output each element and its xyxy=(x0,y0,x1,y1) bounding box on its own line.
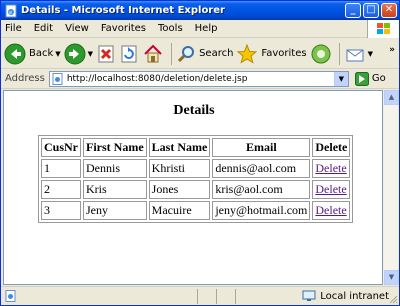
table-row: 2 Kris Jones kris@aol.com Delete xyxy=(41,180,351,199)
back-arrow-icon xyxy=(4,43,26,64)
standard-toolbar: Back ▼ ▼ Search Favorites ▼ xyxy=(1,39,399,69)
stop-icon xyxy=(98,45,114,62)
table-header-row: CusNr First Name Last Name Email Delete xyxy=(41,138,351,157)
back-dropdown-icon[interactable]: ▼ xyxy=(55,50,60,58)
vertical-scrollbar[interactable]: ▲ ▼ xyxy=(383,90,399,285)
menu-edit[interactable]: Edit xyxy=(34,23,53,34)
forward-button[interactable]: ▼ xyxy=(64,41,93,67)
address-input[interactable]: http://localhost:8080/deletion/delete.js… xyxy=(48,70,349,87)
status-divider xyxy=(216,288,217,304)
toolbar-chevron-icon[interactable]: » xyxy=(389,45,395,55)
windows-logo-icon xyxy=(367,20,399,38)
cell-last-name: Jones xyxy=(148,180,211,199)
cell-first-name: Jeny xyxy=(83,201,147,220)
home-button[interactable] xyxy=(142,41,164,67)
forward-arrow-icon xyxy=(64,43,86,64)
header-delete: Delete xyxy=(312,138,351,157)
page-icon xyxy=(52,72,63,85)
refresh-icon xyxy=(121,45,137,62)
toolbar-separator xyxy=(171,42,173,65)
cell-email: dennis@aol.com xyxy=(212,159,311,178)
media-button[interactable] xyxy=(310,41,332,67)
svg-text:e: e xyxy=(9,10,12,16)
cell-last-name: Khristi xyxy=(148,159,211,178)
back-label: Back xyxy=(29,48,54,59)
cell-cusnr: 3 xyxy=(41,201,82,220)
status-divider xyxy=(197,288,198,304)
header-cusnr: CusNr xyxy=(41,138,82,157)
maximize-button[interactable]: □ xyxy=(363,3,379,18)
back-button[interactable]: Back ▼ xyxy=(4,41,61,67)
zone-label: Local intranet xyxy=(320,290,389,302)
title-bar[interactable]: e Details - Microsoft Internet Explorer … xyxy=(1,1,399,20)
security-zone: Local intranet xyxy=(302,290,389,302)
delete-link[interactable]: Delete xyxy=(315,203,346,217)
cell-first-name: Kris xyxy=(83,180,147,199)
go-button[interactable]: Go xyxy=(354,71,386,86)
window-controls: _ □ ✕ xyxy=(345,3,397,18)
home-icon xyxy=(144,44,162,62)
table-row: 3 Jeny Macuire jeny@hotmail.com Delete xyxy=(41,201,351,220)
go-label: Go xyxy=(371,73,386,84)
menu-view[interactable]: View xyxy=(65,23,89,34)
header-first-name: First Name xyxy=(83,138,147,157)
menu-favorites[interactable]: Favorites xyxy=(101,23,146,34)
cell-delete: Delete xyxy=(312,201,351,220)
scroll-up-icon[interactable]: ▲ xyxy=(384,90,399,105)
go-arrow-icon xyxy=(354,71,369,86)
window-title: Details - Microsoft Internet Explorer xyxy=(21,5,225,16)
local-intranet-icon xyxy=(302,290,316,301)
scroll-down-icon[interactable]: ▼ xyxy=(384,270,399,285)
mail-icon xyxy=(346,49,364,61)
toolbar-separator xyxy=(338,42,340,65)
header-email: Email xyxy=(212,138,311,157)
details-table: CusNr First Name Last Name Email Delete … xyxy=(38,135,354,223)
close-button[interactable]: ✕ xyxy=(381,3,397,18)
cell-cusnr: 1 xyxy=(41,159,82,178)
menu-bar: File Edit View Favorites Tools Help xyxy=(1,20,399,38)
cell-cusnr: 2 xyxy=(41,180,82,199)
menu-file[interactable]: File xyxy=(5,23,22,34)
status-page-icon xyxy=(5,290,16,302)
search-icon xyxy=(178,45,195,62)
status-bar: Local intranet xyxy=(1,286,399,305)
address-bar: Address http://localhost:8080/deletion/d… xyxy=(1,69,399,89)
search-label: Search xyxy=(199,48,234,59)
media-icon xyxy=(311,44,331,63)
menu-help[interactable]: Help xyxy=(195,23,218,34)
mail-button[interactable]: ▼ xyxy=(344,41,373,67)
browser-window: e Details - Microsoft Internet Explorer … xyxy=(0,0,400,306)
page-title: Details xyxy=(173,103,215,118)
menu-tools[interactable]: Tools xyxy=(158,23,183,34)
address-label: Address xyxy=(5,73,45,84)
refresh-button[interactable] xyxy=(119,41,139,67)
delete-link[interactable]: Delete xyxy=(315,182,346,196)
cell-last-name: Macuire xyxy=(148,201,211,220)
mail-dropdown-icon[interactable]: ▼ xyxy=(368,50,373,58)
address-dropdown-icon[interactable]: ▼ xyxy=(333,71,348,86)
address-url: http://localhost:8080/deletion/delete.js… xyxy=(66,73,248,84)
cell-first-name: Dennis xyxy=(83,159,147,178)
resize-grip-icon[interactable] xyxy=(388,294,398,304)
favorites-button[interactable]: Favorites xyxy=(236,41,307,67)
status-divider xyxy=(235,288,236,304)
cell-delete: Delete xyxy=(312,159,351,178)
forward-dropdown-icon[interactable]: ▼ xyxy=(88,50,93,58)
cell-delete: Delete xyxy=(312,180,351,199)
search-button[interactable]: Search xyxy=(176,41,233,67)
table-row: 1 Dennis Khristi dennis@aol.com Delete xyxy=(41,159,351,178)
header-last-name: Last Name xyxy=(148,138,211,157)
favorites-star-icon xyxy=(237,43,258,64)
cell-email: jeny@hotmail.com xyxy=(212,201,311,220)
page-content: Details CusNr First Name Last Name Email… xyxy=(3,90,383,285)
ie-page-icon: e xyxy=(5,4,17,17)
stop-button[interactable] xyxy=(96,41,116,67)
minimize-button[interactable]: _ xyxy=(345,3,361,18)
cell-email: kris@aol.com xyxy=(212,180,311,199)
favorites-label: Favorites xyxy=(261,48,307,59)
delete-link[interactable]: Delete xyxy=(315,161,346,175)
